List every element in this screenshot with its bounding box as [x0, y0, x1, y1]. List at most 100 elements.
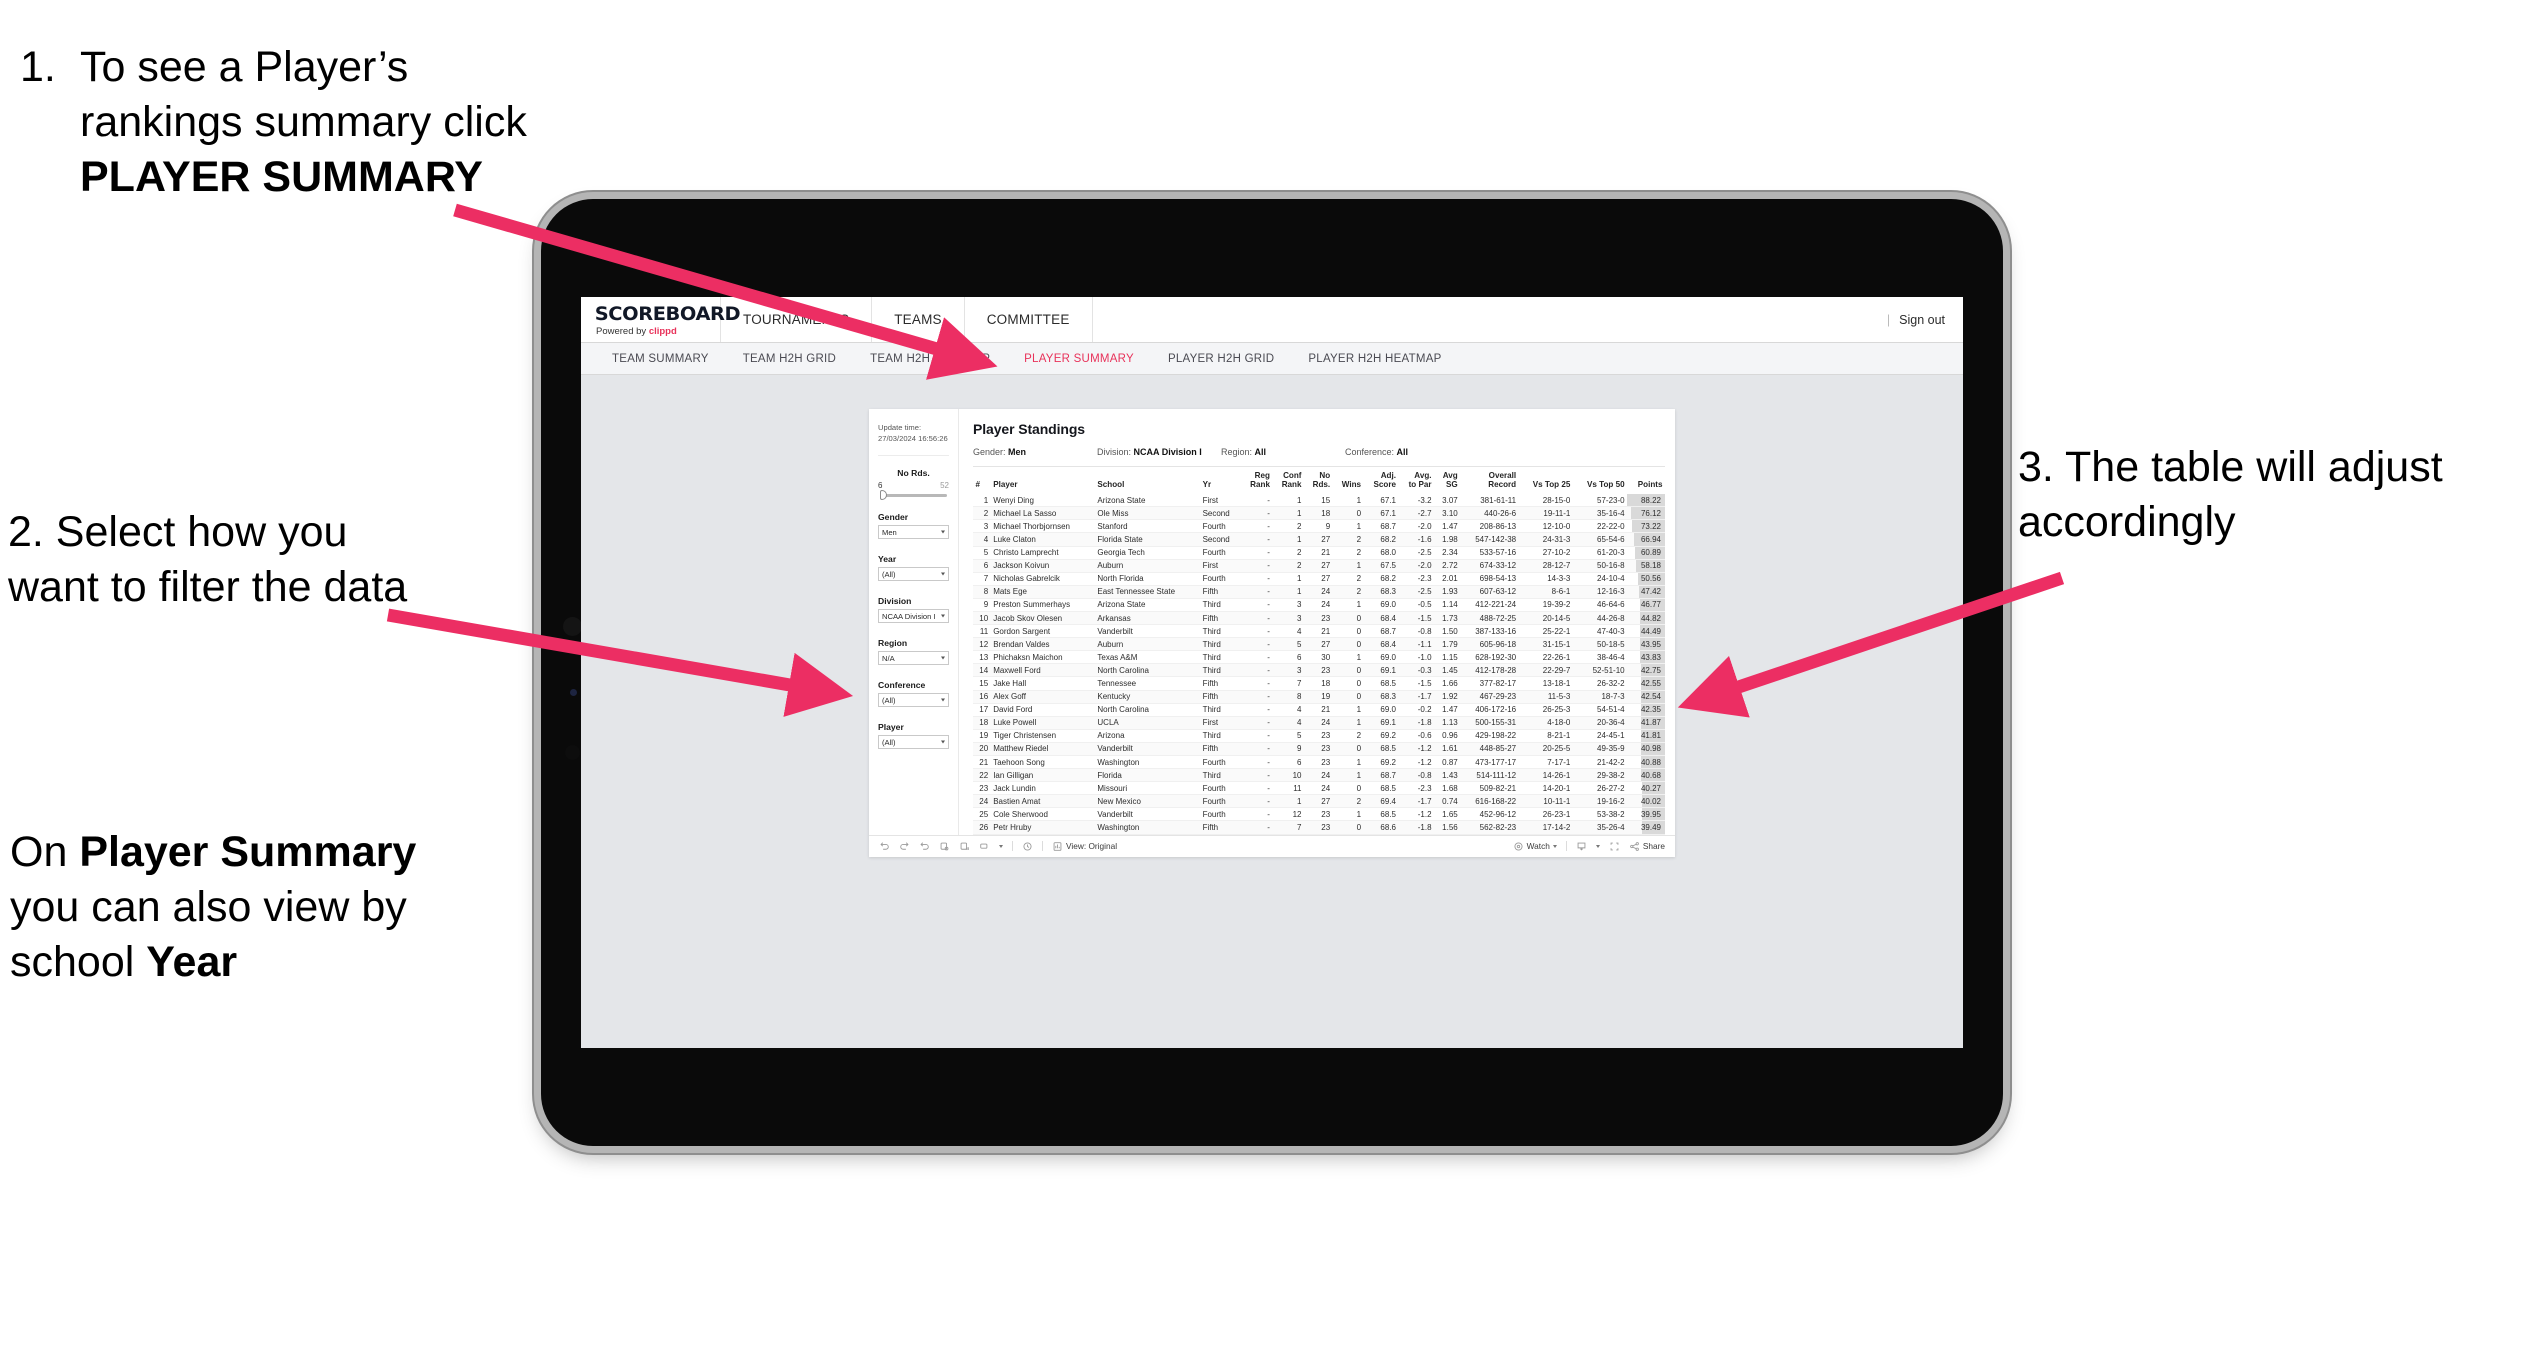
table-row[interactable]: 22 Ian Gilligan Florida Third -10 24 1 68.7 -0.8… [973, 768, 1665, 783]
table-row[interactable]: 16 Alex Goff Kentucky Fifth -8 19 0 68.3 -1.7 1.9… [973, 690, 1665, 704]
chevron-down-icon[interactable] [999, 844, 1003, 848]
column-header-vs-top-50[interactable]: Vs Top 50 [1573, 469, 1627, 494]
column-header-avg-sg[interactable]: Avg SG [1434, 469, 1460, 494]
table-row[interactable]: 24 Bastien Amat New Mexico Fourth -1 27 2 69.4-… [973, 794, 1665, 809]
filter-player-select[interactable]: (All) [878, 735, 949, 750]
top-nav-committee[interactable]: COMMITTEE [965, 297, 1093, 342]
cell-: 8 [973, 585, 991, 599]
summary-region: Region: All [1221, 447, 1267, 457]
table-row[interactable]: 11 Gordon Sargent Vanderbilt Third -4 21 0 68.7… [973, 624, 1665, 639]
column-header-reg-rank[interactable]: Reg Rank [1241, 469, 1273, 494]
filter-year-value: (All) [882, 569, 896, 579]
table-row[interactable]: 25 Cole Sherwood Vanderbilt Fourth -12 23 1 68.… [973, 807, 1665, 822]
cell-reg-rank: - [1240, 820, 1273, 835]
view-original-button[interactable]: View: Original [1052, 841, 1117, 852]
tab-player-h2h-grid[interactable]: PLAYER H2H GRID [1151, 343, 1291, 375]
annotation-step-2: 2. Select how you want to filter the dat… [8, 508, 408, 612]
table-row[interactable]: 7 Nicholas Gabrelcik North Florida Fourth -1… [973, 572, 1665, 586]
cell-vs-top-50: 44-26-8 [1572, 611, 1628, 626]
column-header-avg-to-par[interactable]: Avg. to Par [1399, 469, 1435, 494]
table-row[interactable]: 5 Christo Lamprecht Georgia Tech Fourth -2 21… [973, 546, 1665, 560]
table-row[interactable]: 14 Maxwell Ford North Carolina Third -3 23 0 69… [973, 663, 1665, 678]
column-header-yr[interactable]: Yr [1200, 469, 1241, 494]
table-row[interactable]: 26 Petr Hruby Washington Fifth -7 23 0 68.6 -1.8… [973, 820, 1665, 835]
cell-adj-score: 68.7 [1363, 519, 1399, 534]
table-row[interactable]: 8 Mats Ege East Tennessee State Fifth -1 24 2 6… [973, 585, 1665, 599]
table-row[interactable]: 12 Brendan Valdes Auburn Third -5 27 0 68.4 -1.1… [973, 637, 1665, 652]
pause-auto-update-icon[interactable] [959, 841, 970, 852]
sign-out-link[interactable]: Sign out [1899, 313, 1945, 327]
table-row[interactable]: 4 Luke Claton Florida State Second -1 27 2 68.2… [973, 532, 1665, 547]
column-header-adj-score[interactable]: Adj. Score [1364, 469, 1399, 494]
no-rds-slider[interactable] [880, 489, 947, 501]
filter-gender-select[interactable]: Men [878, 525, 949, 540]
chevron-down-icon [941, 572, 945, 576]
filter-division-select[interactable]: NCAA Division I [878, 609, 949, 624]
table-row[interactable]: 17 David Ford North Carolina Third -4 21 1 69.0… [973, 703, 1665, 717]
tab-team-summary[interactable]: TEAM SUMMARY [595, 343, 726, 375]
column-header-school[interactable]: School [1095, 469, 1200, 494]
watch-button[interactable]: Watch [1513, 841, 1557, 852]
column-header-vs-top-25[interactable]: Vs Top 25 [1519, 469, 1573, 494]
tab-team-h2h-heatmap[interactable]: TEAM H2H HEATMAP [853, 343, 1007, 375]
filter-conference-select[interactable]: (All) [878, 693, 949, 708]
tab-player-h2h-heatmap[interactable]: PLAYER H2H HEATMAP [1291, 343, 1458, 375]
table-row[interactable]: 18 Luke Powell UCLA First -4 24 1 69.1 -1.8 1.13 5… [973, 716, 1665, 730]
cell-vs-top-50: 19-16-2 [1572, 794, 1628, 809]
table-row[interactable]: 3 Michael Thorbjornsen Stanford Fourth -2 9 1 6… [973, 519, 1665, 534]
download-icon[interactable] [1576, 841, 1587, 852]
table-row[interactable]: 2 Michael La Sasso Ole Miss Second -1 18 0 67.1… [973, 506, 1665, 521]
table-row[interactable]: 20 Matthew Riedel Vanderbilt Fifth -9 23 0 68.5… [973, 742, 1665, 757]
cell-player: Jake Hall [990, 676, 1095, 691]
cell-vs-top-50: 57-23-0 [1572, 494, 1628, 508]
table-row[interactable]: 6 Jackson Koivun Auburn First -2 27 1 67.5 -2.0 2… [973, 559, 1665, 573]
chevron-down-icon[interactable] [1595, 844, 1600, 848]
history-icon[interactable] [1022, 841, 1033, 852]
brand-logo[interactable]: SCOREBOARD Powered by clippd [581, 297, 741, 342]
table-row[interactable]: 13 Phichaksn Maichon Texas A&M Third -6 30 1 69… [973, 650, 1665, 665]
cell-no-rds: 21 [1304, 624, 1333, 639]
cell-overall-record: 406-172-16 [1460, 703, 1519, 717]
share-button[interactable]: Share [1629, 841, 1665, 852]
table-row[interactable]: 9 Preston Summerhays Arizona State Third -3 2… [973, 598, 1665, 612]
cell-yr: Third [1200, 637, 1241, 652]
cell-reg-rank: - [1240, 519, 1273, 534]
column-header-[interactable]: # [973, 469, 991, 494]
cell-points: 41.81 [1627, 729, 1665, 743]
top-nav-teams[interactable]: TEAMS [872, 297, 965, 342]
column-header-conf-rank[interactable]: Conf Rank [1272, 469, 1304, 494]
cell-avg-sg: 1.47 [1434, 703, 1461, 717]
fullscreen-icon[interactable] [1609, 841, 1620, 852]
column-header-points[interactable]: Points [1627, 469, 1665, 494]
slider-handle[interactable] [880, 489, 887, 501]
revert-icon[interactable] [919, 841, 930, 852]
table-row[interactable]: 10 Jacob Skov Olesen Arkansas Fifth -3 23 0 68.… [973, 611, 1665, 626]
table-row[interactable]: 1 Wenyi Ding Arizona State First -1 15 1 67.1 -3… [973, 494, 1665, 508]
cell-points: 44.82 [1627, 611, 1665, 626]
filter-year: Year (All) [878, 554, 949, 582]
undo-icon[interactable] [879, 841, 890, 852]
filter-year-select[interactable]: (All) [878, 567, 949, 582]
table-row[interactable]: 21 Taehoon Song Washington Fourth -6 23 1 69.2-… [973, 755, 1665, 770]
table-row[interactable]: 15 Jake Hall Tennessee Fifth -7 18 0 68.5 -1.5 1.… [973, 676, 1665, 691]
column-header-player[interactable]: Player [991, 469, 1095, 494]
refresh-icon[interactable] [939, 841, 950, 852]
tab-team-h2h-grid[interactable]: TEAM H2H GRID [726, 343, 853, 375]
table-row[interactable]: 23 Jack Lundin Missouri Fourth -11 24 0 68.5 -2.… [973, 781, 1665, 796]
tab-player-summary[interactable]: PLAYER SUMMARY [1007, 343, 1151, 375]
cell-: 11 [973, 624, 991, 639]
cell-yr: First [1200, 716, 1241, 730]
cell-points: 42.35 [1627, 703, 1665, 717]
cell-yr: Fifth [1200, 611, 1241, 626]
column-header-wins[interactable]: Wins [1333, 469, 1364, 494]
cell-wins: 1 [1332, 494, 1364, 508]
cell-: 17 [973, 703, 991, 717]
custom-view-icon[interactable] [979, 841, 990, 852]
column-header-no-rds[interactable]: No Rds. [1304, 469, 1333, 494]
top-nav-tournaments[interactable]: TOURNAMENTS [721, 297, 873, 342]
redo-icon[interactable] [899, 841, 910, 852]
filter-region-select[interactable]: N/A [878, 651, 949, 666]
table-row[interactable]: 19 Tiger Christensen Arizona Third -5 23 2 69.2… [973, 729, 1665, 743]
cell-player: Petr Hruby [990, 820, 1095, 835]
column-header-overall-record[interactable]: Overall Record [1460, 469, 1518, 494]
